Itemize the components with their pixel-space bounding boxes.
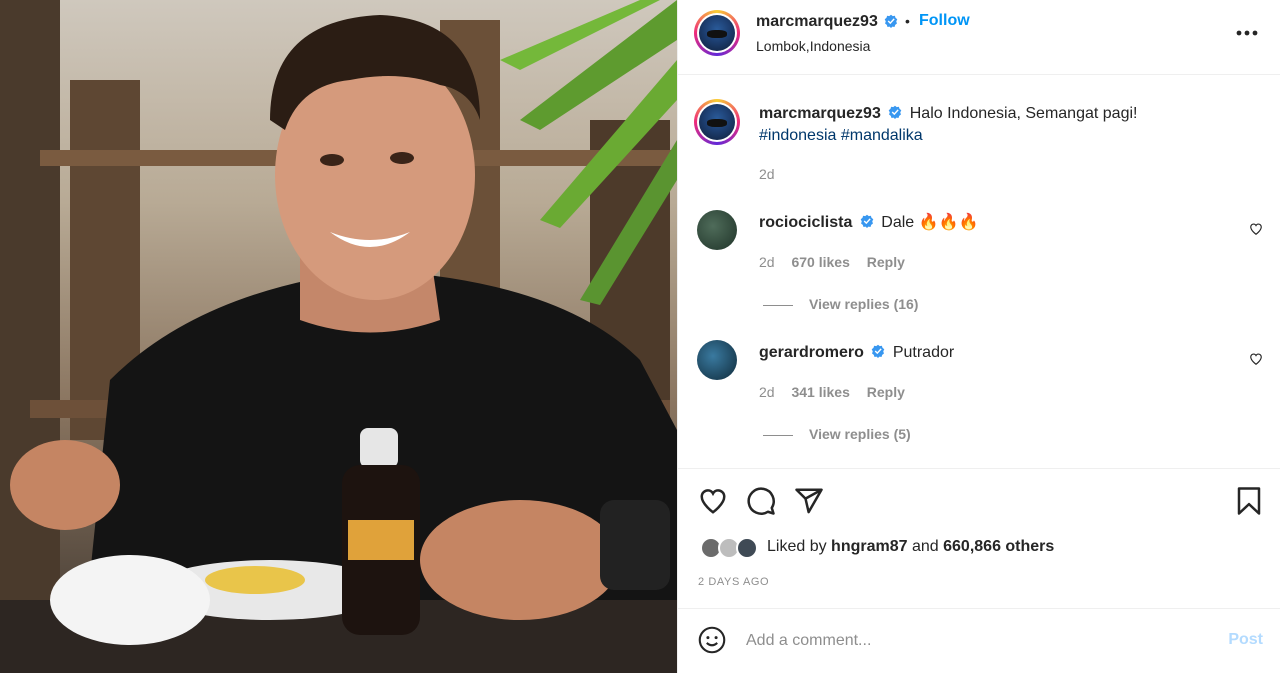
caption-hashtags[interactable]: #indonesia #mandalika: [759, 127, 923, 144]
bookmark-icon[interactable]: [1234, 486, 1264, 516]
post-location[interactable]: Lombok,Indonesia: [756, 38, 870, 54]
caption-username[interactable]: marcmarquez93: [759, 105, 881, 122]
author-username[interactable]: marcmarquez93: [756, 13, 878, 31]
caption-text: Halo Indonesia, Semangat pagi!: [909, 105, 1138, 122]
comment-bar: Post: [678, 608, 1280, 673]
comment-avatar[interactable]: [697, 210, 737, 250]
liked-by-prefix: Liked by: [767, 538, 827, 555]
comment-likes[interactable]: 670 likes: [791, 254, 849, 270]
liker-avatar[interactable]: [736, 537, 758, 559]
liked-by-user[interactable]: hngram87: [831, 538, 907, 555]
comment-icon[interactable]: [746, 486, 776, 516]
comment-body: rociociclista Dale 🔥🔥🔥: [759, 212, 978, 234]
separator-dot: •: [905, 13, 910, 29]
comment-body: gerardromero Putrador: [759, 342, 954, 364]
comment-avatar[interactable]: [697, 340, 737, 380]
post-photo: [0, 0, 677, 673]
comment-username[interactable]: rociociclista: [759, 214, 852, 231]
heart-icon[interactable]: [698, 486, 728, 516]
post-photo-illustration: [0, 0, 677, 673]
post-header: marcmarquez93 • Follow Lombok,Indonesia: [678, 0, 1280, 75]
liked-by-and: and: [911, 538, 939, 555]
caption-time[interactable]: 2d: [759, 166, 775, 182]
comment-like-icon[interactable]: [1249, 352, 1263, 366]
verified-icon: [888, 105, 902, 119]
comment-meta: 2d 341 likes Reply: [759, 384, 905, 400]
verified-icon: [884, 14, 898, 28]
emoji-icon[interactable]: [698, 626, 726, 654]
comment-text: Dale 🔥🔥🔥: [881, 214, 979, 231]
liked-by-others[interactable]: 660,866 others: [943, 538, 1054, 555]
comment-time[interactable]: 2d: [759, 254, 775, 270]
author-avatar[interactable]: [694, 10, 740, 56]
comment-username[interactable]: gerardromero: [759, 344, 864, 361]
reply-button[interactable]: Reply: [867, 384, 905, 400]
post-button[interactable]: Post: [1228, 631, 1263, 649]
posted-ago[interactable]: 2 DAYS AGO: [698, 576, 769, 588]
share-icon[interactable]: [794, 486, 824, 516]
comment-time[interactable]: 2d: [759, 384, 775, 400]
action-bar: Liked by hngram87 and 660,866 others 2 D…: [678, 468, 1280, 608]
caption-avatar[interactable]: [694, 99, 740, 145]
comment-input[interactable]: [746, 629, 1206, 653]
verified-icon: [860, 214, 874, 228]
comment-meta: 2d 670 likes Reply: [759, 254, 905, 270]
view-replies-label: View replies (16): [809, 296, 919, 312]
comment-text: Putrador: [892, 344, 955, 361]
verified-icon: [872, 344, 885, 358]
post-panel: marcmarquez93 • Follow Lombok,Indonesia …: [677, 0, 1280, 673]
liked-by-text: Liked by hngram87 and 660,866 others: [767, 538, 1054, 556]
comment-like-icon[interactable]: [1249, 222, 1263, 236]
view-replies-button[interactable]: View replies (16): [763, 296, 918, 312]
reply-button[interactable]: Reply: [867, 254, 905, 270]
view-replies-label: View replies (5): [809, 426, 911, 442]
caption: marcmarquez93 Halo Indonesia, Semangat p…: [759, 103, 1259, 147]
comment-likes[interactable]: 341 likes: [791, 384, 849, 400]
view-replies-button[interactable]: View replies (5): [763, 426, 911, 442]
follow-button[interactable]: Follow: [919, 12, 970, 30]
more-icon[interactable]: [1236, 30, 1258, 36]
